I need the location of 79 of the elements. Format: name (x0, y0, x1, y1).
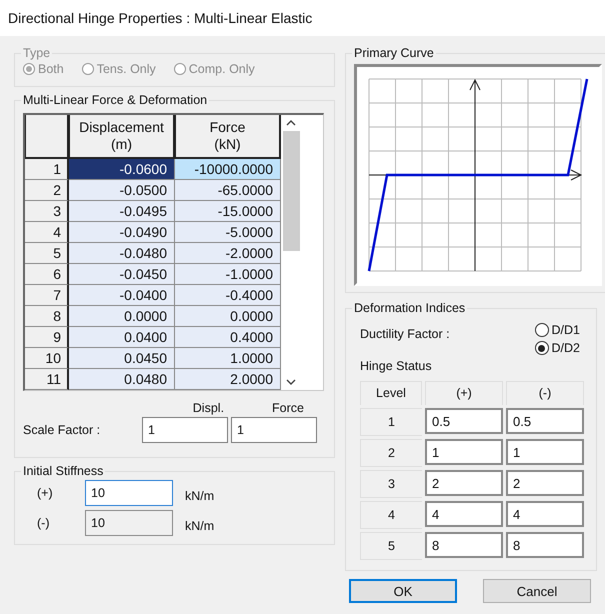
scroll-down-icon[interactable] (286, 378, 296, 386)
table-cell[interactable]: 0.0000 (175, 306, 281, 327)
column-header: (+) (425, 381, 503, 405)
row-header[interactable]: 1 (25, 159, 69, 180)
input-field[interactable]: 1 (231, 417, 317, 443)
window-title: Directional Hinge Properties : Multi-Linear Elastic (8, 10, 312, 26)
table-cell[interactable]: 0.0400 (69, 327, 175, 348)
table-cell[interactable]: -0.0450 (69, 264, 175, 285)
row-header[interactable]: 3 (25, 201, 69, 222)
field-label: Ductility Factor : (360, 326, 450, 343)
table-cell[interactable]: -2.0000 (175, 243, 281, 264)
unit-label: kN/m (185, 518, 214, 533)
group-title: Deformation Indices (353, 301, 466, 315)
row-header: 2 (360, 439, 422, 467)
table-cell[interactable]: -0.0400 (69, 285, 175, 306)
unit-label: kN/m (185, 488, 214, 503)
row-header[interactable]: 6 (25, 264, 69, 285)
row-header[interactable]: 7 (25, 285, 69, 306)
table-cell[interactable]: 0.4000 (175, 327, 281, 348)
field-label: Scale Factor : (23, 423, 102, 437)
table-cell[interactable]: 0.0480 (69, 369, 175, 390)
row-header[interactable]: 10 (25, 348, 69, 369)
column-header: (-) (506, 381, 584, 405)
table-cell[interactable]: -0.0480 (69, 243, 175, 264)
field-label: (+) (36, 486, 54, 500)
section-label: Hinge Status (359, 358, 433, 375)
table-cell[interactable]: -5.0000 (175, 222, 281, 243)
input-field[interactable]: 4 (425, 501, 503, 527)
scroll-up-icon[interactable] (286, 119, 296, 127)
column-label: Force (272, 401, 304, 415)
row-header: 4 (360, 501, 422, 529)
input-field[interactable]: 2 (425, 470, 503, 496)
table-cell[interactable]: -0.0495 (69, 201, 175, 222)
input-field[interactable]: 4 (506, 501, 584, 527)
dialog-button[interactable]: Cancel (483, 579, 591, 603)
group-title: Primary Curve (353, 46, 435, 60)
group-title: Multi-Linear Force & Deformation (22, 93, 208, 107)
column-header: Level (360, 381, 422, 405)
table-cell[interactable]: -0.4000 (175, 285, 281, 306)
row-header[interactable]: 9 (25, 327, 69, 348)
input-field[interactable]: 1 (425, 439, 503, 465)
table-cell[interactable]: 0.0450 (69, 348, 175, 369)
table-cell[interactable]: 1.0000 (175, 348, 281, 369)
row-header[interactable]: 4 (25, 222, 69, 243)
input-field[interactable]: 8 (425, 532, 503, 558)
row-header[interactable]: 5 (25, 243, 69, 264)
radio-option[interactable]: D/D2 (534, 341, 580, 355)
column-header[interactable]: Force (kN) (175, 115, 281, 159)
input-field[interactable]: 10 (85, 480, 173, 506)
table-cell[interactable]: -10000.0000 (175, 159, 281, 180)
table-cell[interactable]: -0.0490 (69, 222, 175, 243)
row-header: 3 (360, 470, 422, 498)
dialog-button[interactable]: OK (349, 579, 457, 603)
table-cell[interactable]: -15.0000 (175, 201, 281, 222)
table-cell[interactable]: -0.0600 (69, 159, 175, 180)
input-field[interactable]: 0.5 (506, 408, 584, 434)
group-title: Initial Stiffness (22, 464, 104, 478)
table-cell[interactable]: 0.0000 (69, 306, 175, 327)
group-title: Type (22, 46, 52, 60)
input-field[interactable]: 1 (506, 439, 584, 465)
table-cell[interactable]: -65.0000 (175, 180, 281, 201)
table-cell[interactable]: -1.0000 (175, 264, 281, 285)
table-cell[interactable]: -0.0500 (69, 180, 175, 201)
column-header[interactable]: Displacement (m) (69, 115, 175, 159)
input-field[interactable]: 1 (142, 417, 228, 443)
row-header[interactable]: 11 (25, 369, 69, 390)
scroll-thumb[interactable] (282, 131, 300, 251)
row-header[interactable]: 8 (25, 306, 69, 327)
radio-option[interactable]: D/D1 (534, 323, 580, 337)
input-field[interactable]: 0.5 (425, 408, 503, 434)
input-field[interactable]: 2 (506, 470, 584, 496)
row-header: 5 (360, 532, 422, 560)
input-field[interactable]: 8 (506, 532, 584, 558)
corner-cell (25, 115, 69, 159)
field-label: (-) (36, 516, 50, 530)
row-header[interactable]: 2 (25, 180, 69, 201)
column-label: Displ. (192, 401, 224, 415)
row-header: 1 (360, 408, 422, 436)
table-cell[interactable]: 2.0000 (175, 369, 281, 390)
